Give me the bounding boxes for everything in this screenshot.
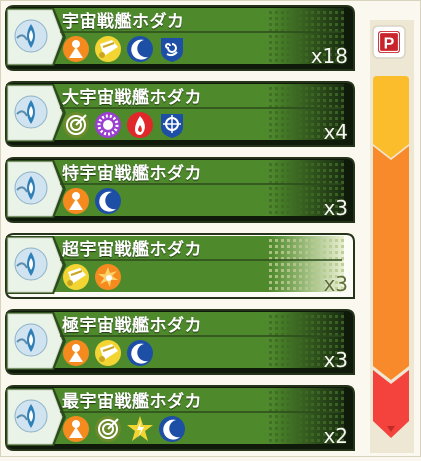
- ship-ability-icons: [62, 35, 186, 63]
- ship-count: x4: [323, 120, 348, 144]
- ship-ability-icons: [62, 263, 122, 291]
- ship-row[interactable]: 大宇宙戦艦ホダカ x4: [4, 80, 364, 150]
- ship-name: 超宇宙戦艦ホダカ: [62, 240, 202, 260]
- ship-emblem-icon: [13, 170, 49, 206]
- lightning-star-icon: [126, 415, 154, 443]
- ship-ability-icons: [62, 187, 122, 215]
- ship-row[interactable]: 超宇宙戦艦ホダカ x3: [4, 232, 364, 302]
- ship-row[interactable]: 極宇宙戦艦ホダカ x3: [4, 308, 364, 378]
- ship-name: 宇宙戦艦ホダカ: [62, 12, 185, 32]
- crescent-icon: [126, 35, 154, 63]
- ship-name: 最宇宙戦艦ホダカ: [62, 392, 202, 412]
- ship-name: 極宇宙戦艦ホダカ: [62, 316, 202, 336]
- ship-name: 大宇宙戦艦ホダカ: [62, 88, 202, 108]
- ship-name: 特宇宙戦艦ホダカ: [62, 164, 202, 184]
- arrow-middle-segment: [373, 146, 409, 380]
- p-button[interactable]: P: [372, 25, 406, 59]
- ship-emblem-icon: [13, 322, 49, 358]
- p-button-label: P: [384, 36, 395, 53]
- burst-person-icon: [94, 263, 122, 291]
- crescent-icon: [158, 415, 186, 443]
- target-spiral-icon: [62, 111, 90, 139]
- hourglass-icon: [62, 263, 90, 291]
- gear-burst-icon: [94, 111, 122, 139]
- ship-row[interactable]: 特宇宙戦艦ホダカ x3: [4, 156, 364, 226]
- ship-ability-icons: [62, 339, 154, 367]
- hourglass-icon: [94, 35, 122, 63]
- ship-emblem-icon: [13, 18, 49, 54]
- scroll-arrows[interactable]: [369, 76, 417, 454]
- ship-ability-icons: [62, 415, 186, 443]
- cone-icon: [62, 35, 90, 63]
- crosshair-shield-icon: [158, 111, 186, 139]
- ship-count: x3: [323, 272, 348, 296]
- ship-row[interactable]: 宇宙戦艦ホダカ x18: [4, 4, 364, 74]
- ship-emblem-icon: [13, 398, 49, 434]
- ship-count: x18: [310, 44, 348, 68]
- ship-count: x3: [323, 196, 348, 220]
- cone-icon: [62, 415, 90, 443]
- crescent-icon: [126, 339, 154, 367]
- arrow-up-segment: [373, 76, 409, 158]
- ship-count: x3: [323, 348, 348, 372]
- cone-icon: [62, 339, 90, 367]
- ship-ability-icons: [62, 111, 186, 139]
- ship-row[interactable]: 最宇宙戦艦ホダカ x2: [4, 384, 364, 454]
- cone-icon: [62, 187, 90, 215]
- ship-count: x2: [323, 424, 348, 448]
- spiral-shield-icon: [158, 35, 186, 63]
- ship-emblem-icon: [13, 94, 49, 130]
- flame-icon: [126, 111, 154, 139]
- crescent-icon: [94, 187, 122, 215]
- hourglass-icon: [94, 339, 122, 367]
- target-spiral-icon: [94, 415, 122, 443]
- ship-emblem-icon: [13, 246, 49, 282]
